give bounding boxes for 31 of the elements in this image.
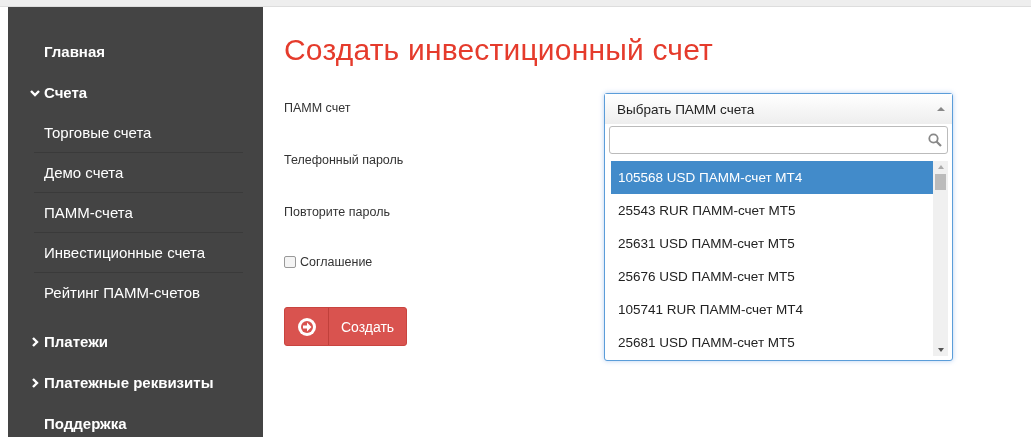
create-button[interactable]: Создать — [284, 307, 407, 346]
account-option[interactable]: 105568 USD ПАММ-счет MT4 — [611, 161, 933, 194]
sidebar-subitem[interactable]: Торговые счета — [34, 113, 243, 153]
account-option[interactable]: 25676 USD ПАММ-счет MT5 — [611, 260, 933, 293]
search-icon — [928, 133, 942, 147]
field-label: ПАММ счет — [284, 100, 352, 117]
field-label: Телефонный пароль — [284, 152, 405, 169]
sidebar-item[interactable]: Платежные реквизиты — [8, 362, 263, 403]
sidebar-item[interactable]: Главная — [8, 31, 263, 72]
sidebar-item[interactable]: Счета — [8, 72, 263, 113]
arrow-circle-icon — [296, 316, 317, 337]
search-field[interactable] — [609, 126, 948, 154]
agreement-label: Соглашение — [300, 255, 373, 269]
page-title: Создать инвестиционный счет — [284, 33, 714, 67]
scroll-down-icon[interactable] — [936, 347, 945, 353]
scrollbar-track[interactable] — [933, 161, 948, 356]
sidebar-subitem[interactable]: Инвестиционные счета — [34, 233, 243, 273]
account-select[interactable]: Выбрать ПАММ счета — [605, 94, 952, 124]
account-option[interactable]: 105741 RUR ПАММ-счет MT4 — [611, 293, 933, 326]
account-option[interactable]: 25631 USD ПАММ-счет MT5 — [611, 227, 933, 260]
sidebar-subitem[interactable]: Рейтинг ПАММ-счетов — [34, 273, 243, 312]
field-label: Повторите пароль — [284, 204, 391, 221]
sidebar-subitem[interactable]: ПАММ-счета — [34, 193, 243, 233]
sidebar-item[interactable]: Поддержка — [8, 403, 263, 437]
scrollbar-thumb[interactable] — [935, 174, 946, 190]
account-option[interactable]: 25543 RUR ПАММ-счет MT5 — [611, 194, 933, 227]
scroll-up-icon[interactable] — [936, 164, 945, 170]
sidebar-subitem[interactable]: Демо счета — [34, 153, 243, 193]
agreement-checkbox[interactable] — [284, 256, 296, 268]
account-option[interactable]: 25681 USD ПАММ-счет MT5 — [611, 326, 933, 356]
sidebar-item[interactable]: Платежи — [8, 321, 263, 362]
